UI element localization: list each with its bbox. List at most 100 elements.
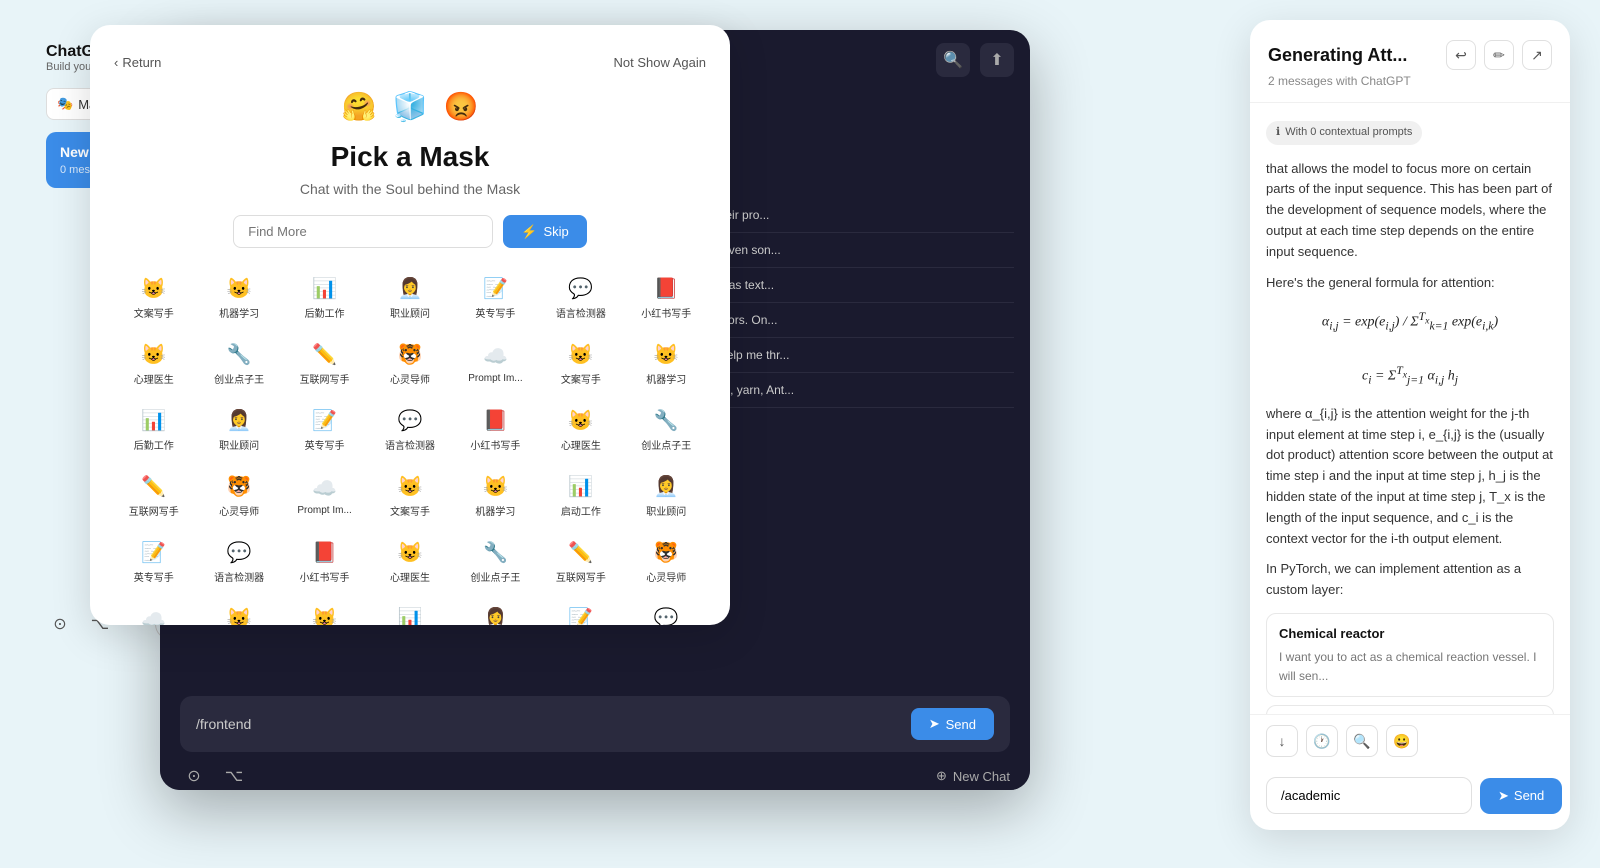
mask-label: 小红书写手	[300, 569, 350, 584]
mask-emoji: 🐯	[654, 540, 679, 565]
mask-item[interactable]: 🐯心灵导师	[370, 334, 449, 394]
mask-item[interactable]: 📕小红书写手	[456, 400, 535, 460]
mask-emoji: 😺	[398, 540, 423, 565]
mask-item[interactable]: 🐯心灵导师	[199, 466, 278, 526]
mask-item[interactable]: 🐯心灵导师	[627, 532, 706, 592]
mask-emoji: 👩‍💼	[398, 276, 423, 301]
undo-button[interactable]: ↩	[1446, 40, 1476, 70]
mask-item[interactable]: 😺机器学习	[285, 598, 364, 625]
skip-button[interactable]: ⚡ Skip	[503, 215, 586, 248]
mask-item[interactable]: 👩‍💼 职业顾问	[370, 268, 449, 328]
mask-item[interactable]: ☁️Prompt Im...	[456, 334, 535, 394]
mask-label: 语言检测器	[385, 437, 435, 452]
right-toolbar: ↓ 🕐 🔍 😀	[1250, 714, 1570, 767]
mask-item[interactable]: 👩‍💼职业顾问	[456, 598, 535, 625]
mask-label: 创业点子王	[641, 437, 691, 452]
mask-item[interactable]: 😺文案写手	[199, 598, 278, 625]
mask-item[interactable]: 😺 心理医生	[114, 334, 193, 394]
mask-item[interactable]: ☁️Prompt Im...	[285, 466, 364, 526]
prompt-card-1[interactable]: Chemical reactor I want you to act as a …	[1266, 613, 1554, 697]
mask-item[interactable]: 🔧 创业点子王	[456, 532, 535, 592]
mask-item[interactable]: ☁️Prompt Im...	[114, 598, 193, 625]
mask-item[interactable]: 📕小红书写手	[285, 532, 364, 592]
mask-label: 心理医生	[134, 371, 174, 386]
toolbar-down-btn[interactable]: ↓	[1266, 725, 1298, 757]
mask-emoji: ☁️	[483, 344, 508, 369]
mask-item[interactable]: 📊后勤工作	[285, 268, 364, 328]
mask-item[interactable]: 📝英专写手	[541, 598, 620, 625]
mask-emoji: 😺	[141, 276, 166, 301]
mask-item[interactable]: 😺 文案写手	[114, 268, 193, 328]
prompt-card-2[interactable]: Academician I want you to act as an acad…	[1266, 705, 1554, 714]
right-content: ℹ With 0 contextual prompts that allows …	[1250, 103, 1570, 714]
mask-search-input[interactable]	[233, 215, 493, 248]
mask-item[interactable]: 💬语言检测器	[627, 598, 706, 625]
mask-item[interactable]: 😺心理医生	[541, 400, 620, 460]
mask-item[interactable]: 📕小红书写手	[627, 268, 706, 328]
mask-item[interactable]: 📊启动工作	[370, 598, 449, 625]
mask-item[interactable]: ✏️互联网写手	[541, 532, 620, 592]
bottom-github-icon[interactable]: ⌥	[220, 762, 248, 790]
right-send-button[interactable]: ➤ Send	[1480, 778, 1562, 814]
mask-label: 心理医生	[390, 569, 430, 584]
mask-emoji: 💬	[227, 540, 252, 565]
mask-label: 文案写手	[561, 371, 601, 386]
mask-item[interactable]: 😺文案写手	[370, 466, 449, 526]
toolbar-search-btn[interactable]: 🔍	[1346, 725, 1378, 757]
mask-item[interactable]: 📝英专写手	[285, 400, 364, 460]
lightning-icon: ⚡	[521, 224, 537, 240]
mask-item[interactable]: 🔧创业点子王	[627, 400, 706, 460]
mask-item[interactable]: ✏️互联网写手	[114, 466, 193, 526]
toolbar-emoji-btn[interactable]: 😀	[1386, 725, 1418, 757]
mask-item[interactable]: 💬语言检测器	[370, 400, 449, 460]
mask-item[interactable]: 📝 英专写手	[456, 268, 535, 328]
new-chat-dark-button[interactable]: ⊕ New Chat	[936, 768, 1010, 784]
edit-button[interactable]: ✏	[1484, 40, 1514, 70]
mask-emoji: 👩‍💼	[483, 606, 508, 625]
return-button[interactable]: ‹ Return	[114, 55, 161, 70]
mask-label: 创业点子王	[470, 569, 520, 584]
modal-search-row: ⚡ Skip	[114, 215, 706, 248]
mask-emoji: 📊	[568, 474, 593, 499]
mask-emoji: 😺	[654, 342, 679, 367]
mask-label: 语言检测器	[214, 569, 264, 584]
mask-item[interactable]: 💬语言检测器	[541, 268, 620, 328]
mask-item[interactable]: 😺文案写手	[541, 334, 620, 394]
mask-emoji: ✏️	[312, 342, 337, 367]
mask-item[interactable]: 😺 心理医生	[370, 532, 449, 592]
mask-item[interactable]: 💬 语言检测器	[199, 532, 278, 592]
mask-item[interactable]: 📝英专写手	[114, 532, 193, 592]
mask-emoji: 😺	[398, 474, 423, 499]
settings-icon[interactable]: ⊙	[46, 610, 74, 638]
mask-emoji: 📝	[483, 276, 508, 301]
mask-emoji: 📊	[141, 408, 166, 433]
right-header: Generating Att... ↩ ✏ ↗ 2 messages with …	[1250, 20, 1570, 103]
mask-label: 职业顾问	[390, 305, 430, 320]
mask-item[interactable]: 😺机器学习	[627, 334, 706, 394]
toolbar-clock-btn[interactable]: 🕐	[1306, 725, 1338, 757]
right-chat-input[interactable]	[1266, 777, 1472, 814]
right-title: Generating Att...	[1268, 45, 1407, 66]
mask-item[interactable]: 👩‍💼职业顾问	[627, 466, 706, 526]
mask-label: 机器学习	[475, 503, 515, 518]
mask-item[interactable]: 😺机器学习	[199, 268, 278, 328]
bottom-settings-icon[interactable]: ⊙	[180, 762, 208, 790]
send-button[interactable]: ➤ Send	[911, 708, 994, 740]
mask-label: 英专写手	[475, 305, 515, 320]
mask-emoji: 😺	[141, 342, 166, 367]
mask-item[interactable]: 😺机器学习	[456, 466, 535, 526]
mask-item[interactable]: ✏️互联网写手	[285, 334, 364, 394]
mask-label: 文案写手	[134, 305, 174, 320]
share-button[interactable]: ↗	[1522, 40, 1552, 70]
dark-search-icon[interactable]: 🔍	[936, 43, 970, 77]
not-show-button[interactable]: Not Show Again	[613, 55, 706, 70]
dark-upload-icon[interactable]: ⬆	[980, 43, 1014, 77]
mask-item[interactable]: 👩‍💼职业顾问	[199, 400, 278, 460]
mask-emoji: 🔧	[483, 540, 508, 565]
mask-emoji: 😺	[227, 276, 252, 301]
right-send-icon: ➤	[1498, 788, 1509, 804]
mask-item[interactable]: 📊后勤工作	[114, 400, 193, 460]
mask-item[interactable]: 📊启动工作	[541, 466, 620, 526]
mask-item[interactable]: 🔧创业点子王	[199, 334, 278, 394]
mask-label: 职业顾问	[646, 503, 686, 518]
